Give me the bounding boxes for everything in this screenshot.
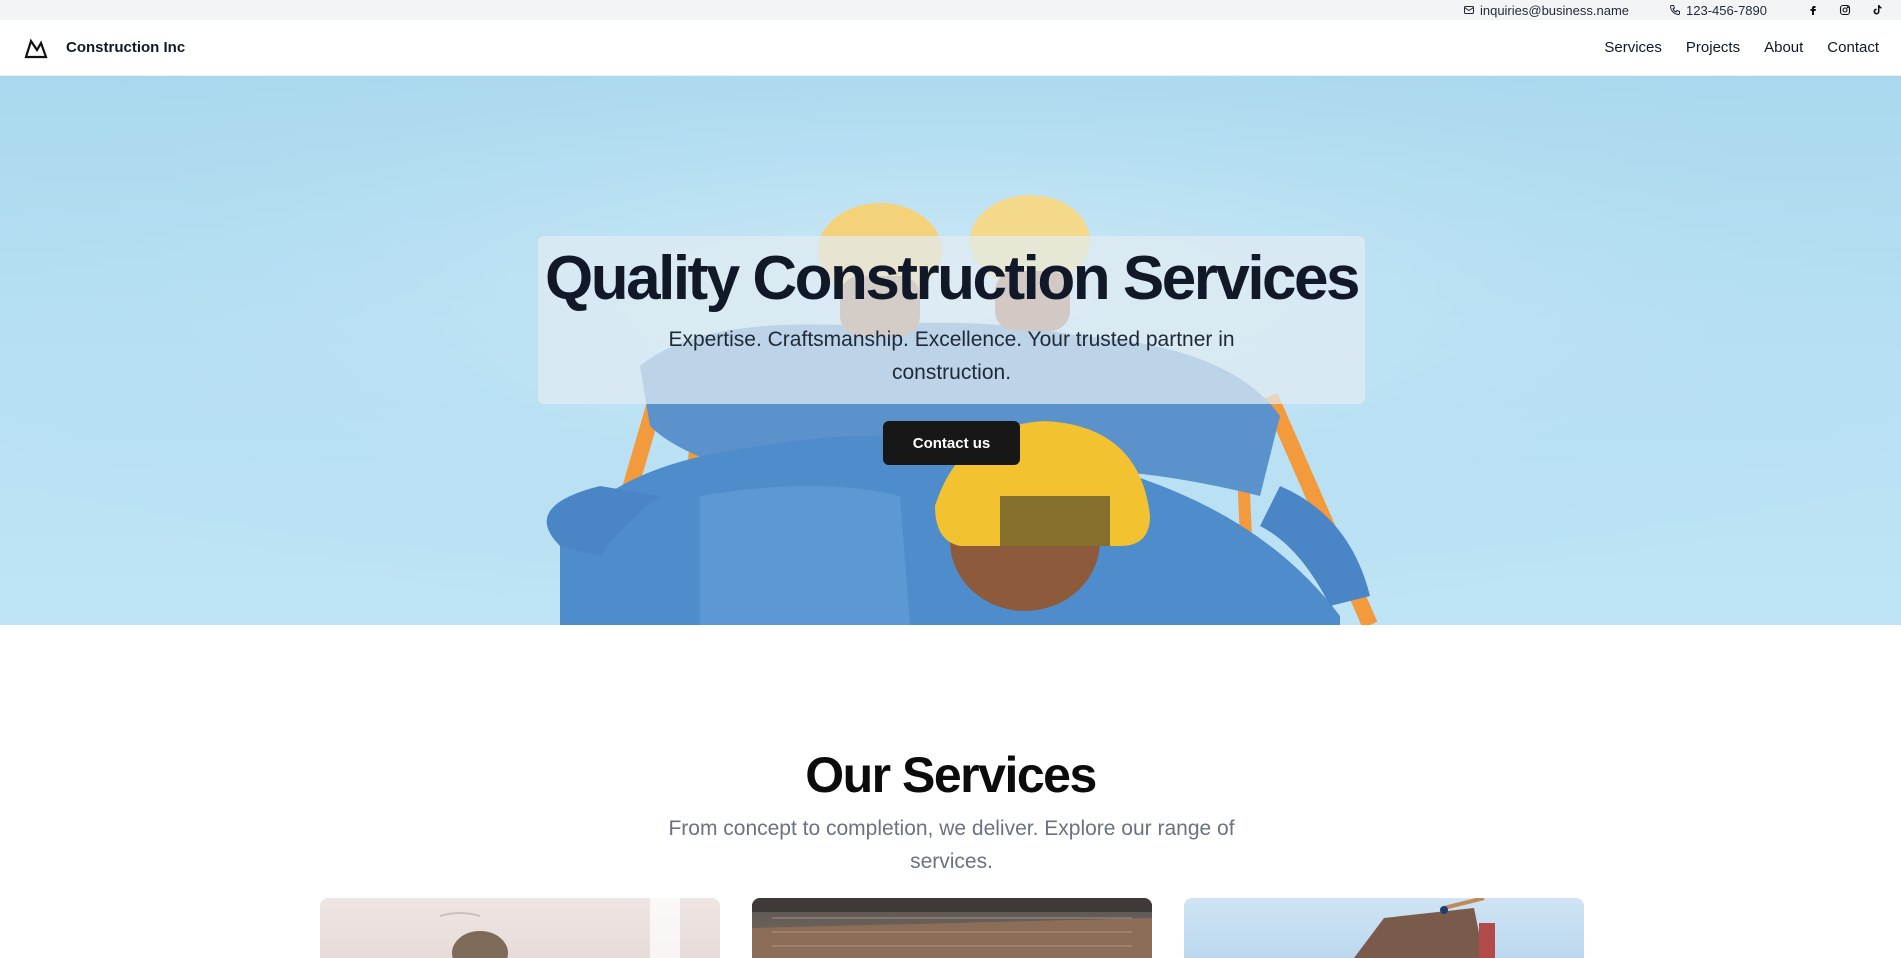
hero-subtitle: Expertise. Craftsmanship. Excellence. Yo… [668,328,1235,384]
brand[interactable]: Construction Inc [24,37,185,59]
service-card-image[interactable] [752,898,1152,958]
email-contact[interactable]: inquiries@business.name [1463,3,1629,18]
phone-text: 123-456-7890 [1686,2,1767,18]
phone-icon [1670,5,1681,16]
contact-us-button[interactable]: Contact us [883,421,1020,465]
services-title: Our Services [805,747,1097,803]
top-info-bar: inquiries@business.name 123-456-7890 [0,0,1901,20]
service-cards [320,898,1584,958]
service-card-image[interactable] [1184,898,1584,958]
service-card-3-image [1354,898,1495,958]
tiktok-icon[interactable] [1871,4,1883,16]
hero-section: Quality Construction Services Expertise.… [0,76,1901,625]
phone-contact[interactable]: 123-456-7890 [1669,3,1767,18]
nav-link-services[interactable]: Services [1604,39,1662,56]
email-text: inquiries@business.name [1479,2,1630,18]
logo-icon [24,37,48,58]
nav-menu: Services Projects About Contact [1604,39,1879,56]
instagram-icon[interactable] [1839,4,1851,16]
social-links [1807,4,1883,16]
service-card-1-image [439,898,680,958]
nav-link-about[interactable]: About [1764,39,1803,56]
service-card-image[interactable] [320,898,720,958]
main-navbar: Construction Inc Services Projects About… [0,20,1901,76]
nav-link-contact[interactable]: Contact [1827,39,1879,56]
mail-icon [1463,6,1474,14]
hero-title: Quality Construction Services [545,244,1360,313]
facebook-icon[interactable] [1807,4,1819,16]
nav-link-projects[interactable]: Projects [1686,39,1740,56]
services-subtitle: From concept to completion, we deliver. … [668,817,1235,873]
service-card-2-image [752,898,1152,958]
brand-name: Construction Inc [66,39,186,56]
